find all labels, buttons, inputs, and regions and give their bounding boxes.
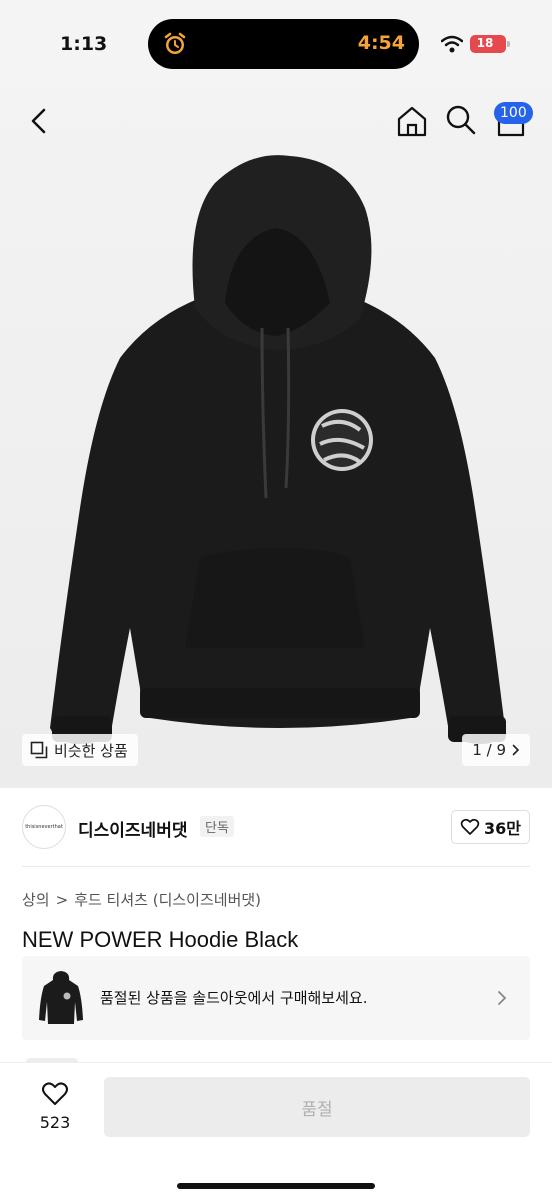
battery-tip [507,41,510,47]
chevron-right-icon [498,991,507,1005]
exclusive-badge: 단독 [200,816,234,837]
alarm-clock-icon [164,32,186,54]
breadcrumb-category[interactable]: 상의 [22,889,50,910]
image-page-indicator[interactable]: 1 / 9 [462,734,530,766]
brand-name[interactable]: 디스이즈네버댓 [78,816,187,841]
dynamic-island[interactable]: 4:54 [148,19,419,69]
divider [22,866,530,867]
buy-button[interactable]: 품절 [104,1077,530,1137]
soldout-redirect-banner[interactable]: 품절된 상품을 솔드아웃에서 구매해보세요. [22,956,530,1040]
status-bar: 1:13 4:54 18 [0,0,552,88]
product-image-gallery[interactable]: 100 비슷한 상품 1 / 9 [0,88,552,788]
island-timer: 4:54 [357,32,405,54]
chevron-right-icon [512,744,520,756]
home-icon[interactable] [395,104,429,138]
brand-row[interactable]: thisisneverthat 디스이즈네버댓 단독 36만 [22,800,530,856]
hoodie-product-image [50,155,506,744]
battery-icon: 18 [470,35,510,53]
product-title: NEW POWER Hoodie Black [22,927,299,952]
soldout-banner-text: 품절된 상품을 솔드아웃에서 구매해보세요. [100,989,368,1007]
similar-products-label: 비슷한 상품 [54,741,128,760]
page-indicator-text: 1 / 9 [472,741,506,759]
battery-level: 18 [476,36,494,50]
brand-like-button[interactable]: 36만 [451,810,530,844]
brand-logo-text: thisisneverthat [25,824,63,830]
breadcrumb: 상의 > 후드 티셔츠 (디스이즈네버댓) [22,889,261,910]
brand-like-count: 36만 [484,819,521,838]
wishlist-button[interactable]: 523 [30,1081,80,1141]
cart-count-badge: 100 [494,102,533,124]
wishlist-count: 523 [39,1113,71,1132]
heart-icon [42,1082,68,1105]
home-indicator[interactable] [177,1183,375,1189]
brand-logo[interactable]: thisisneverthat [22,805,66,849]
similar-items-icon [30,741,48,759]
heart-icon [460,818,480,835]
status-time: 1:13 [60,33,108,55]
back-arrow-icon[interactable] [24,106,54,136]
wifi-icon [441,35,463,53]
breadcrumb-separator: > [55,890,69,909]
breadcrumb-subcategory[interactable]: 후드 티셔츠 (디스이즈네버댓) [74,889,261,910]
bottom-action-bar: 523 품절 [0,1062,552,1200]
search-icon[interactable] [445,104,477,136]
hoodie-thumbnail [39,971,83,1024]
similar-products-button[interactable]: 비슷한 상품 [22,734,138,766]
